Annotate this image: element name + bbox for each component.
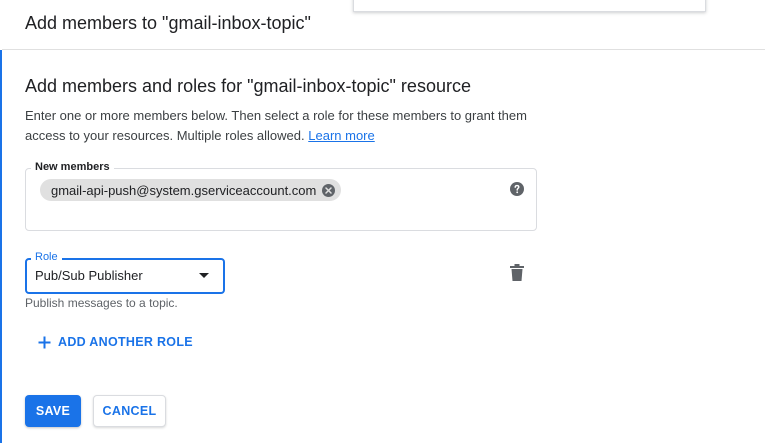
role-label: Role [31, 250, 62, 264]
add-another-role-button[interactable]: ADD ANOTHER ROLE [38, 332, 193, 352]
trash-icon[interactable] [510, 264, 524, 281]
dropdown-arrow-icon[interactable] [199, 273, 209, 278]
member-chip-text: gmail-api-push@system.gserviceaccount.co… [51, 182, 317, 198]
close-circle-icon[interactable] [322, 183, 336, 197]
panel-title: Add members to "gmail-inbox-topic" [25, 13, 311, 33]
panel-header: Add members to "gmail-inbox-topic" [0, 0, 765, 50]
left-accent-mask [0, 0, 2, 50]
save-button[interactable]: SAVE [25, 395, 81, 427]
section-description: Enter one or more members below. Then se… [25, 106, 545, 146]
plus-icon [38, 336, 51, 348]
member-chip: gmail-api-push@system.gserviceaccount.co… [40, 179, 342, 201]
section-title: Add members and roles for "gmail-inbox-t… [25, 76, 471, 96]
help-circle-icon[interactable] [510, 182, 524, 196]
add-another-role-label: ADD ANOTHER ROLE [58, 335, 193, 349]
role-selected-value: Pub/Sub Publisher [35, 268, 143, 283]
role-hint: Publish messages to a topic. [25, 296, 178, 310]
cancel-button[interactable]: CANCEL [93, 395, 166, 427]
learn-more-link[interactable]: Learn more [308, 128, 374, 143]
left-accent-bar [0, 0, 2, 443]
description-text: Enter one or more members below. Then se… [25, 108, 527, 143]
new-members-label: New members [31, 160, 114, 174]
